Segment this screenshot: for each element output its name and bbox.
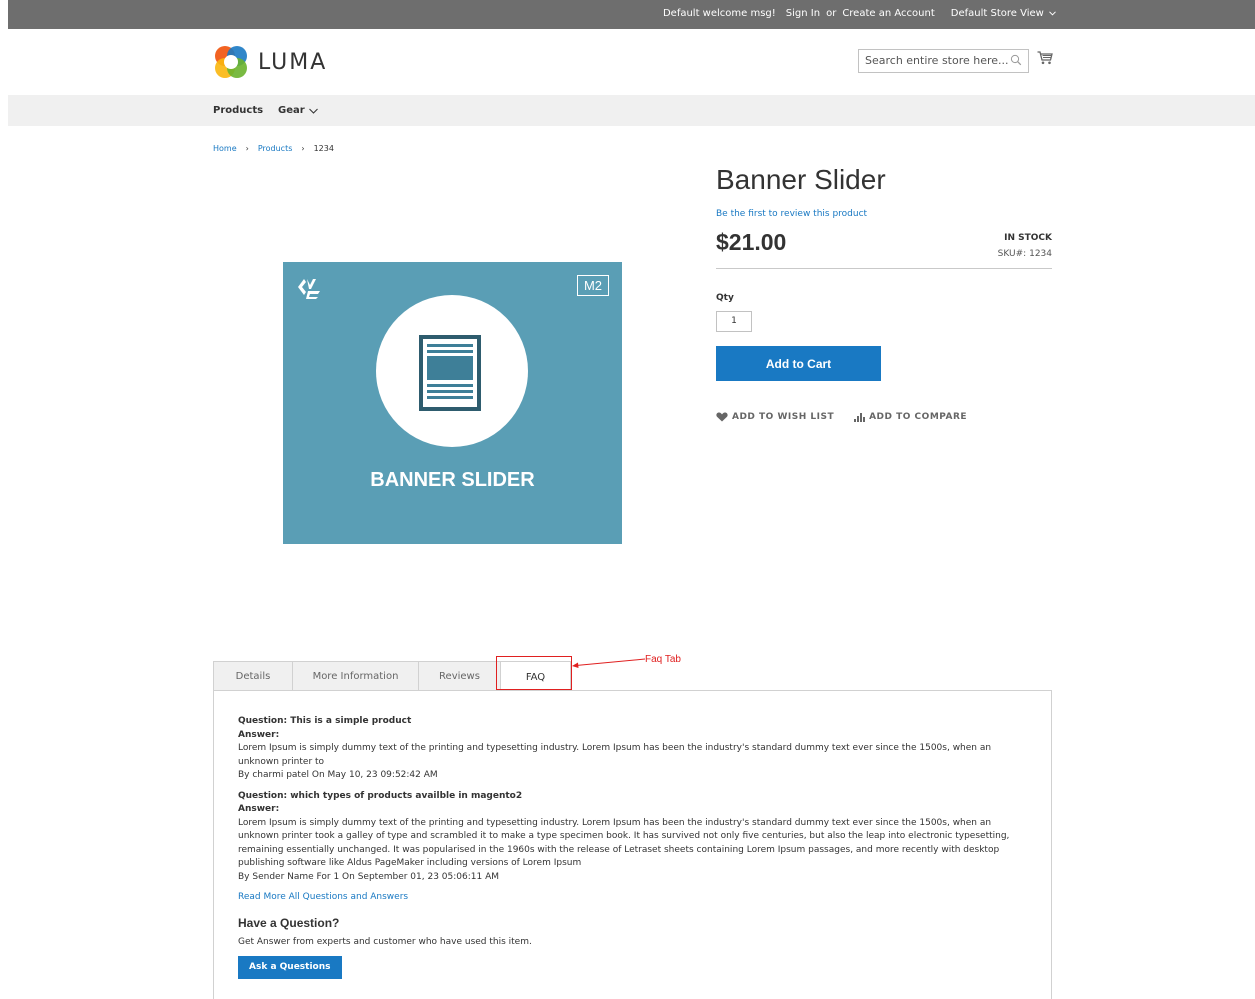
read-more-link[interactable]: Read More All Questions and Answers — [238, 891, 1027, 905]
annotation-highlight-box — [496, 656, 572, 690]
create-account-link[interactable]: Create an Account — [842, 8, 934, 19]
add-to-compare-link[interactable]: ADD TO COMPARE — [854, 412, 967, 422]
breadcrumb-separator: › — [245, 144, 249, 153]
have-question-heading: Have a Question? — [238, 915, 340, 930]
faq-answer-label: Answer: — [238, 729, 280, 740]
add-to-cart-button[interactable]: Add to Cart — [716, 346, 881, 381]
annotation-arrow-icon — [572, 658, 646, 668]
bar-chart-icon — [854, 413, 866, 422]
annotation-label: Faq Tab — [645, 654, 681, 665]
product-title: Banner Slider — [716, 164, 886, 195]
nav-item-products[interactable]: Products — [213, 105, 263, 116]
nav-item-label: Gear — [278, 105, 305, 116]
main-nav: Products Gear — [8, 95, 1255, 126]
faq-question: Question: which types of products availb… — [238, 790, 523, 801]
have-question-subtext: Get Answer from experts and customer who… — [238, 937, 532, 947]
search-placeholder: Search entire store here... — [865, 54, 1009, 67]
heart-icon — [716, 412, 728, 422]
product-sku: SKU#: 1234 — [998, 249, 1052, 259]
tab-label: Reviews — [439, 671, 480, 682]
ask-question-button[interactable]: Ask a Questions — [238, 955, 342, 979]
breadcrumb-products[interactable]: Products — [258, 144, 293, 153]
tab-details[interactable]: Details — [213, 661, 293, 691]
sku-label: SKU#: — [997, 249, 1027, 259]
breadcrumb-home[interactable]: Home — [213, 144, 237, 153]
image-circle — [376, 295, 528, 447]
breadcrumb-separator: › — [301, 144, 305, 153]
qty-label: Qty — [716, 293, 734, 303]
stock-status: IN STOCK — [1004, 233, 1052, 243]
tab-reviews[interactable]: Reviews — [418, 661, 501, 691]
store-view-label: Default Store View — [950, 8, 1044, 19]
tab-label: Details — [235, 671, 271, 682]
chevron-down-icon — [308, 108, 318, 114]
qty-input[interactable]: 1 — [716, 311, 752, 332]
top-bar: Default welcome msg! Sign In or Create a… — [8, 0, 1255, 29]
faq-question: Question: This is a simple product — [238, 716, 412, 726]
breadcrumb-current: 1234 — [313, 144, 334, 153]
nav-item-gear[interactable]: Gear — [278, 105, 318, 116]
search-input[interactable]: Search entire store here... — [858, 49, 1029, 73]
faq-answer: Lorem Ipsum is simply dummy text of the … — [238, 817, 1010, 869]
search-icon[interactable] — [1010, 54, 1022, 66]
store-view-switcher[interactable]: Default Store View — [945, 8, 1056, 19]
tab-more-information[interactable]: More Information — [292, 661, 419, 691]
cart-icon[interactable] — [1037, 51, 1053, 65]
faq-answer-label: Answer: — [238, 804, 280, 814]
review-link[interactable]: Be the first to review this product — [716, 209, 867, 219]
faq-item: Question: This is a simple product Answe… — [238, 715, 1027, 783]
product-price: $21.00 — [716, 229, 787, 255]
document-icon — [419, 335, 481, 411]
product-image[interactable]: M2 BANNER SLIDER — [283, 262, 622, 544]
or-text: or — [826, 8, 837, 19]
divider — [716, 268, 1052, 269]
faq-answer: Lorem Ipsum is simply dummy text of the … — [238, 743, 992, 767]
faq-panel: Question: This is a simple product Answe… — [213, 690, 1052, 999]
nav-item-label: Products — [213, 105, 264, 116]
logo[interactable]: LUMA — [213, 44, 327, 80]
product-actions: ADD TO WISH LIST ADD TO COMPARE — [716, 412, 987, 422]
welcome-message: Default welcome msg! — [662, 8, 776, 19]
wishlist-label: ADD TO WISH LIST — [732, 412, 835, 422]
sign-in-link[interactable]: Sign In — [786, 8, 820, 19]
faq-byline: By Sender Name For 1 On September 01, 23… — [238, 871, 499, 882]
vendor-logo-icon — [298, 279, 320, 299]
image-caption: BANNER SLIDER — [370, 469, 535, 491]
m2-badge: M2 — [576, 275, 609, 296]
compare-label: ADD TO COMPARE — [869, 412, 968, 422]
faq-byline: By charmi patel On May 10, 23 09:52:42 A… — [238, 770, 438, 780]
breadcrumb: Home › Products › 1234 — [213, 144, 343, 153]
sku-value: 1234 — [1029, 249, 1052, 259]
chevron-down-icon — [1049, 11, 1056, 16]
luma-logo-icon — [215, 46, 247, 78]
tab-label: More Information — [312, 671, 399, 682]
header-links: Default welcome msg! Sign In or Create a… — [657, 8, 1056, 19]
page-header: LUMA Search entire store here... — [0, 29, 1255, 95]
faq-item: Question: which types of products availb… — [238, 790, 1027, 885]
add-to-wishlist-link[interactable]: ADD TO WISH LIST — [716, 412, 834, 422]
logo-text: LUMA — [258, 49, 328, 75]
